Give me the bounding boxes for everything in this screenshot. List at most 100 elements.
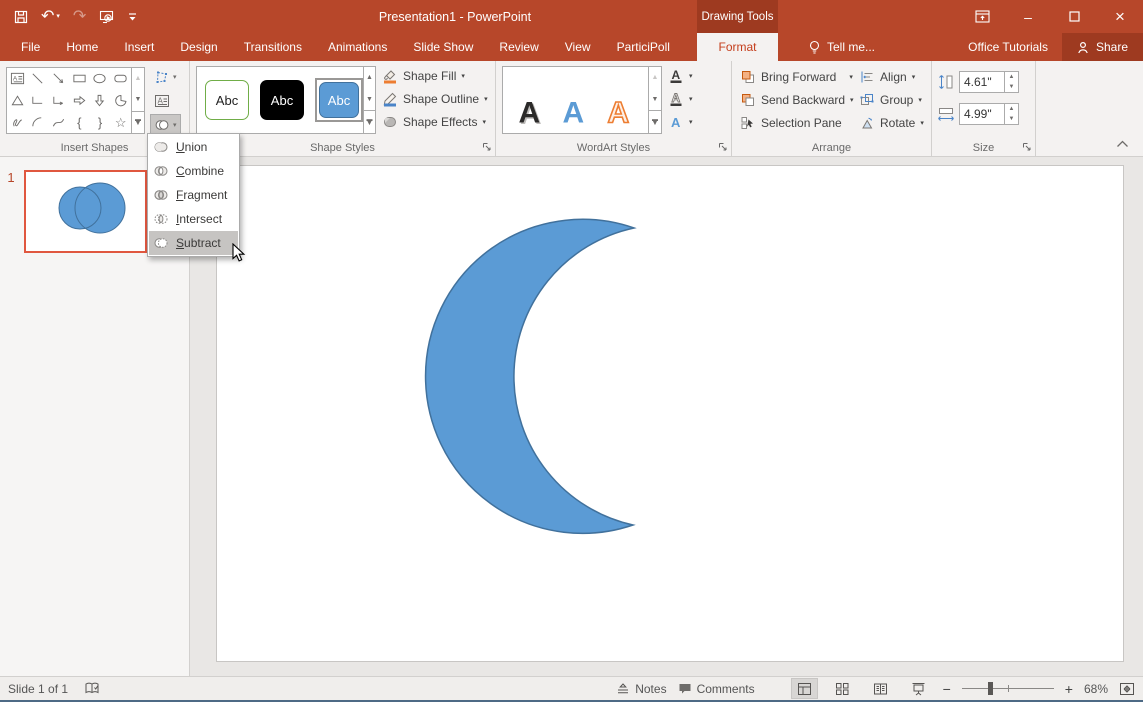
- menu-item-union[interactable]: Union: [149, 135, 238, 159]
- undo-caret-icon[interactable]: ▾: [56, 13, 60, 20]
- comments-button[interactable]: Comments: [678, 682, 755, 696]
- bring-forward-button[interactable]: Bring Forward ▾: [740, 68, 854, 86]
- wordart-more-icon[interactable]: ▬▼: [649, 110, 661, 133]
- gallery-down-icon[interactable]: ▼: [132, 89, 144, 110]
- tab-format-active[interactable]: Format: [697, 33, 778, 61]
- triangle-shape-icon[interactable]: [10, 93, 25, 108]
- shape-outline-button[interactable]: Shape Outline ▾: [382, 89, 488, 110]
- slide-canvas[interactable]: [216, 165, 1124, 662]
- wordart-scrollbar[interactable]: ▲ ▼ ▬▼: [648, 67, 661, 133]
- start-from-beginning-icon[interactable]: [99, 10, 115, 24]
- rotate-caret-icon[interactable]: ▾: [920, 119, 924, 127]
- text-outline-caret-icon[interactable]: ▾: [689, 95, 693, 103]
- send-backward-caret-icon[interactable]: ▾: [850, 96, 854, 104]
- reading-view-button[interactable]: [867, 678, 894, 699]
- tab-design[interactable]: Design: [167, 33, 230, 61]
- text-effects-button[interactable]: A ▾: [668, 112, 693, 133]
- styles-more-icon[interactable]: ▬▼: [364, 110, 375, 133]
- zoom-slider[interactable]: [962, 681, 1054, 696]
- rotate-button[interactable]: Rotate ▾: [859, 114, 924, 132]
- office-tutorials-link[interactable]: Office Tutorials: [954, 33, 1062, 61]
- collapse-ribbon-icon[interactable]: [1116, 140, 1129, 148]
- tab-insert[interactable]: Insert: [111, 33, 167, 61]
- text-fill-caret-icon[interactable]: ▾: [689, 72, 693, 80]
- zoom-thumb[interactable]: [988, 682, 993, 695]
- group-caret-icon[interactable]: ▾: [918, 96, 922, 104]
- menu-item-intersect[interactable]: Intersect: [149, 207, 238, 231]
- edit-shape-button[interactable]: ▾: [150, 66, 181, 88]
- shape-width-field[interactable]: ▲▼: [959, 103, 1019, 125]
- styles-up-icon[interactable]: ▲: [364, 67, 375, 89]
- align-button[interactable]: Align ▾: [859, 68, 924, 86]
- elbow-connector-shape-icon[interactable]: [30, 93, 45, 108]
- slide-sorter-view-button[interactable]: [829, 678, 856, 699]
- tab-participoll[interactable]: ParticiPoll: [604, 33, 683, 61]
- wordart-down-icon[interactable]: ▼: [649, 89, 661, 111]
- share-button[interactable]: Share: [1062, 33, 1143, 61]
- zoom-level[interactable]: 68%: [1084, 682, 1108, 696]
- ribbon-display-options-icon[interactable]: [959, 0, 1005, 33]
- left-brace-shape-icon[interactable]: {: [77, 116, 81, 129]
- text-fill-button[interactable]: A ▾: [668, 66, 693, 87]
- tab-file[interactable]: File: [8, 33, 53, 61]
- pie-shape-icon[interactable]: [113, 93, 128, 108]
- shape-height-input[interactable]: [960, 72, 1004, 92]
- edit-shape-caret-icon[interactable]: ▾: [173, 73, 177, 81]
- shape-style-black-fill[interactable]: Abc: [260, 80, 304, 120]
- size-dialog-launcher-icon[interactable]: [1022, 142, 1032, 152]
- rounded-rectangle-shape-icon[interactable]: [113, 71, 128, 86]
- shape-style-green-outline[interactable]: Abc: [205, 80, 249, 120]
- selection-pane-button[interactable]: Selection Pane: [740, 114, 854, 132]
- shape-fill-button[interactable]: Shape Fill ▾: [382, 66, 488, 87]
- arc-shape-icon[interactable]: [30, 115, 45, 130]
- styles-down-icon[interactable]: ▼: [364, 89, 375, 111]
- tab-home[interactable]: Home: [53, 33, 111, 61]
- crescent-moon-shape[interactable]: [217, 166, 1125, 663]
- slide-editing-area[interactable]: [190, 157, 1143, 676]
- star-shape-icon[interactable]: ☆: [115, 116, 127, 129]
- text-effects-caret-icon[interactable]: ▾: [689, 118, 693, 126]
- merge-shapes-caret-icon[interactable]: ▾: [173, 121, 177, 129]
- width-spinner[interactable]: ▲▼: [1004, 104, 1018, 124]
- right-brace-shape-icon[interactable]: }: [98, 116, 102, 129]
- curve-shape-icon[interactable]: [51, 115, 66, 130]
- spell-check-icon[interactable]: [84, 681, 100, 696]
- zoom-in-icon[interactable]: +: [1065, 681, 1073, 697]
- minimize-icon[interactable]: –: [1005, 0, 1051, 33]
- elbow-arrow-connector-shape-icon[interactable]: [51, 93, 66, 108]
- tab-slide-show[interactable]: Slide Show: [400, 33, 486, 61]
- height-up-icon[interactable]: ▲: [1005, 72, 1018, 82]
- shape-effects-button[interactable]: Shape Effects ▾: [382, 112, 488, 133]
- gallery-up-icon[interactable]: ▲: [132, 68, 144, 89]
- menu-item-subtract[interactable]: Subtract: [149, 231, 238, 255]
- shape-height-field[interactable]: ▲▼: [959, 71, 1019, 93]
- maximize-icon[interactable]: [1051, 0, 1097, 33]
- arrow-shape-icon[interactable]: [51, 71, 66, 86]
- gallery-more-icon[interactable]: ▬▼: [132, 111, 144, 133]
- slideshow-view-button[interactable]: [905, 678, 932, 699]
- shape-styles-scrollbar[interactable]: ▲ ▼ ▬▼: [363, 67, 375, 133]
- width-down-icon[interactable]: ▼: [1005, 114, 1018, 124]
- scribble-shape-icon[interactable]: [10, 115, 25, 130]
- shape-fill-caret-icon[interactable]: ▾: [461, 72, 465, 80]
- shape-effects-caret-icon[interactable]: ▾: [483, 118, 487, 126]
- undo-button[interactable]: ↶▾: [41, 9, 60, 25]
- customize-qat-icon[interactable]: [128, 12, 137, 22]
- wordart-up-icon[interactable]: ▲: [649, 67, 661, 89]
- shape-outline-caret-icon[interactable]: ▾: [484, 95, 488, 103]
- text-box-button[interactable]: A: [150, 90, 181, 112]
- text-box-shape-icon[interactable]: A: [10, 71, 25, 86]
- normal-view-button[interactable]: [791, 678, 818, 699]
- notes-button[interactable]: Notes: [616, 682, 666, 696]
- wordart-style-black[interactable]: AA: [515, 91, 547, 131]
- group-button[interactable]: Group ▾: [859, 91, 924, 109]
- shape-style-blue-fill-selected[interactable]: Abc: [319, 82, 359, 118]
- right-arrow-shape-icon[interactable]: [72, 93, 87, 108]
- shapes-gallery-scrollbar[interactable]: ▲ ▼ ▬▼: [131, 68, 144, 133]
- down-arrow-shape-icon[interactable]: [92, 93, 107, 108]
- height-spinner[interactable]: ▲▼: [1004, 72, 1018, 92]
- shape-styles-dialog-launcher-icon[interactable]: [482, 142, 492, 152]
- line-shape-icon[interactable]: [30, 71, 45, 86]
- save-icon[interactable]: [14, 10, 28, 24]
- wordart-style-blue[interactable]: A: [559, 91, 591, 131]
